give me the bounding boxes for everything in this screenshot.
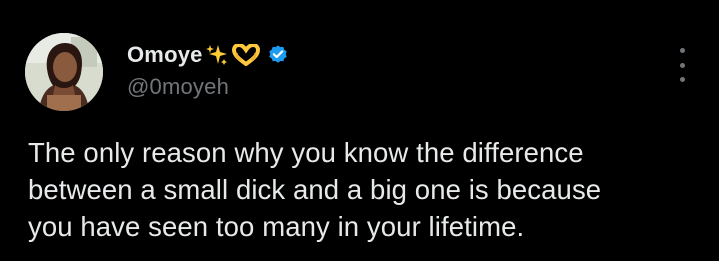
tweet-text-line: you have seen too many in your lifetime.: [28, 211, 525, 242]
author-name-row: Omoye: [127, 38, 289, 72]
more-dot: [679, 48, 685, 53]
avatar[interactable]: [25, 33, 103, 111]
tweet-text-line: between a small dick and a big one is be…: [28, 174, 602, 205]
heart-hands-icon: [231, 44, 261, 66]
more-vertical-icon[interactable]: [672, 48, 692, 82]
verified-badge-icon[interactable]: [267, 44, 289, 66]
author-handle[interactable]: @0moyeh: [127, 74, 289, 100]
more-dot: [679, 62, 685, 68]
tweet-text-line: The only reason why you know the differe…: [28, 137, 584, 168]
more-dot: [679, 77, 685, 82]
tweet-text: The only reason why you know the differe…: [28, 134, 708, 245]
tweet-card: Omoye @0moyeh The only reason why you kn…: [0, 0, 719, 261]
avatar-image: [25, 33, 103, 111]
author-display-name[interactable]: Omoye: [127, 42, 203, 68]
sparkles-icon: [205, 44, 228, 66]
tweet-header: Omoye @0moyeh: [127, 38, 289, 108]
